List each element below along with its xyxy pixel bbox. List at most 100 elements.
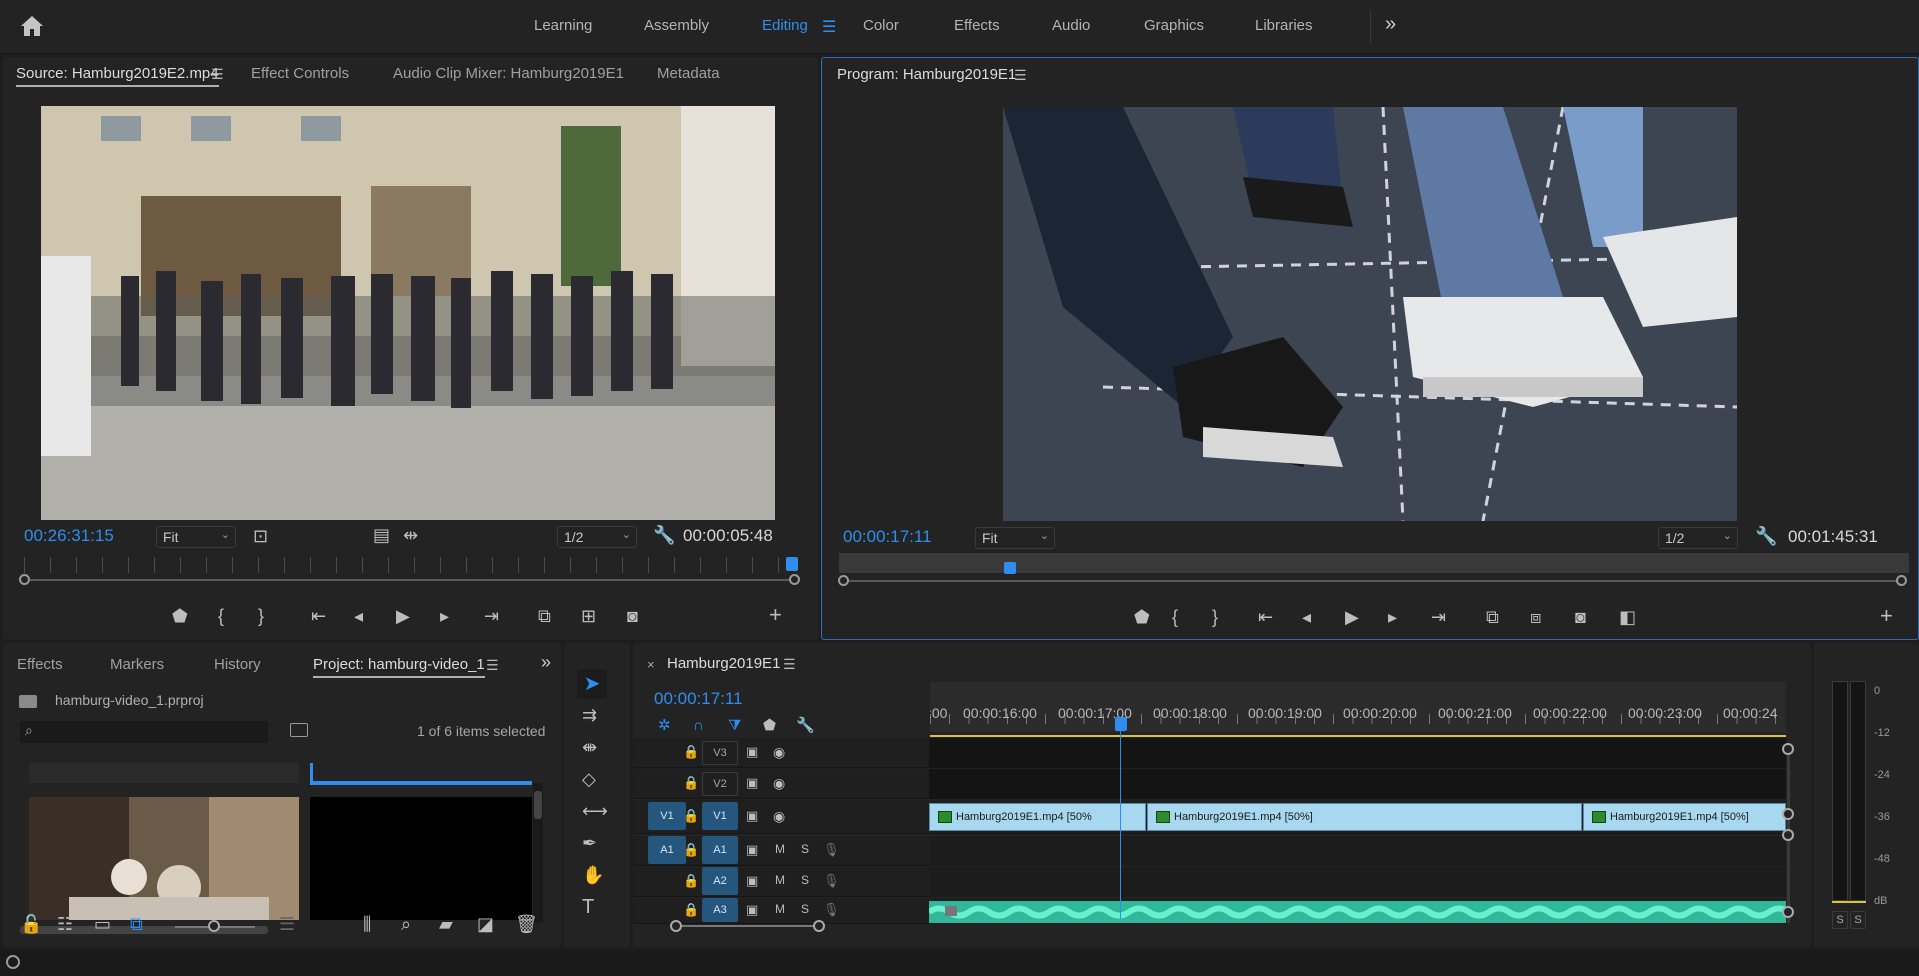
workspace-tab-color[interactable]: Color bbox=[863, 17, 899, 34]
list-view-icon[interactable]: ☷ bbox=[57, 914, 73, 934]
sync-lock-icon[interactable]: ▣ bbox=[746, 773, 758, 793]
track-lane[interactable] bbox=[929, 738, 1786, 768]
new-search-bin-icon[interactable] bbox=[290, 723, 308, 737]
play-icon[interactable]: ▶ bbox=[1345, 607, 1359, 627]
timeline-timecode[interactable]: 00:00:17:11 bbox=[654, 689, 743, 709]
scroll-handle[interactable] bbox=[1782, 906, 1794, 918]
drag-audio-icon[interactable]: ⇹ bbox=[403, 525, 418, 545]
timeline-hscrollbar[interactable] bbox=[675, 925, 815, 927]
toggle-video-icon[interactable]: ▤ bbox=[373, 525, 390, 545]
lock-icon[interactable]: 🔒 bbox=[683, 742, 699, 762]
razor-tool-icon[interactable]: ◇ bbox=[582, 769, 596, 789]
add-marker-icon[interactable]: ⬟ bbox=[763, 716, 776, 736]
tab-markers[interactable]: Markers bbox=[110, 656, 164, 673]
workspace-tab-editing[interactable]: Editing bbox=[762, 17, 808, 34]
insert-icon[interactable]: ⧉ bbox=[538, 606, 551, 626]
more-workspaces-icon[interactable]: » bbox=[1385, 13, 1396, 36]
mute-button[interactable]: M bbox=[775, 873, 785, 887]
program-resolution-dropdown[interactable]: 1/2 ⌄ bbox=[1658, 527, 1738, 549]
solo-button[interactable]: S bbox=[801, 902, 809, 916]
lock-icon[interactable]: 🔒 bbox=[683, 871, 699, 891]
new-item-icon[interactable]: ◪ bbox=[477, 914, 494, 934]
eye-icon[interactable]: ◉ bbox=[773, 773, 785, 793]
microphone-icon[interactable]: 🎙 bbox=[823, 871, 840, 891]
solo-button[interactable]: S bbox=[801, 873, 809, 887]
zoom-handle-left[interactable] bbox=[670, 920, 682, 932]
video-clip[interactable]: Hamburg2019E1.mp4 [50%] bbox=[1583, 803, 1786, 831]
comparison-view-icon[interactable]: ◧ bbox=[1619, 607, 1636, 627]
program-time-ruler[interactable] bbox=[839, 553, 1909, 573]
program-playhead-timecode[interactable]: 00:00:17:11 bbox=[843, 527, 932, 547]
scroll-handle[interactable] bbox=[1782, 743, 1794, 755]
lock-icon[interactable]: 🔒 bbox=[683, 840, 699, 860]
type-tool-icon[interactable]: T bbox=[582, 897, 594, 917]
sync-lock-icon[interactable]: ▣ bbox=[746, 742, 758, 762]
source-fit-dropdown[interactable]: Fit ⌄ bbox=[156, 526, 236, 548]
close-icon[interactable]: × bbox=[647, 657, 655, 672]
panel-menu-icon[interactable]: ☰ bbox=[1014, 67, 1027, 84]
workspace-tab-audio[interactable]: Audio bbox=[1052, 17, 1090, 34]
scroll-handle-left[interactable] bbox=[838, 575, 849, 586]
sync-lock-icon[interactable]: ▣ bbox=[746, 840, 758, 860]
timeline-playhead[interactable] bbox=[1115, 717, 1127, 731]
timeline-ruler[interactable]: :00 00:00:16:00 00:00:17:00 00:00:18:00 … bbox=[930, 682, 1786, 732]
lock-icon[interactable]: 🔒 bbox=[683, 806, 699, 826]
microphone-icon[interactable]: 🎙 bbox=[823, 840, 840, 860]
scroll-handle[interactable] bbox=[1782, 808, 1794, 820]
hand-tool-icon[interactable]: ✋ bbox=[582, 865, 604, 885]
track-label-a2[interactable]: A2 bbox=[702, 867, 738, 895]
nest-icon[interactable]: ✲ bbox=[658, 716, 671, 736]
tab-history[interactable]: History bbox=[214, 656, 261, 673]
zoom-handle-right[interactable] bbox=[813, 920, 825, 932]
source-patch-a1[interactable]: A1 bbox=[648, 836, 686, 864]
trash-icon[interactable]: 🗑 bbox=[515, 914, 538, 934]
icon-view-icon[interactable]: ▭ bbox=[94, 914, 111, 934]
tab-source[interactable]: Source: Hamburg2019E2.mp4 bbox=[16, 65, 219, 87]
track-label-v1[interactable]: V1 bbox=[702, 802, 738, 830]
tab-metadata[interactable]: Metadata bbox=[657, 65, 720, 82]
freeform-view-icon[interactable]: ⧉ bbox=[130, 914, 143, 934]
selection-tool-icon[interactable]: ➤ bbox=[577, 669, 607, 699]
scroll-handle-right[interactable] bbox=[1896, 575, 1907, 586]
export-frame-icon[interactable]: ◙ bbox=[627, 606, 638, 626]
step-forward-icon[interactable]: ▸ bbox=[440, 606, 449, 626]
go-to-out-icon[interactable]: ⇥ bbox=[1431, 607, 1446, 627]
more-panels-icon[interactable]: » bbox=[541, 652, 551, 673]
mark-out-icon[interactable]: } bbox=[258, 606, 264, 626]
linked-selection-icon[interactable]: ⧩ bbox=[728, 716, 741, 736]
snap-icon[interactable]: ∩ bbox=[693, 716, 704, 736]
solo-left-button[interactable]: S bbox=[1832, 911, 1848, 929]
step-forward-icon[interactable]: ▸ bbox=[1388, 607, 1397, 627]
mark-in-icon[interactable]: { bbox=[1172, 607, 1178, 627]
extract-icon[interactable]: ⧈ bbox=[1530, 607, 1541, 627]
mark-out-icon[interactable]: } bbox=[1212, 607, 1218, 627]
add-button-icon[interactable]: + bbox=[769, 604, 782, 626]
find-icon[interactable]: ⌕ bbox=[401, 914, 411, 934]
track-label-v3[interactable]: V3 bbox=[702, 741, 738, 765]
lift-icon[interactable]: ⧉ bbox=[1486, 607, 1499, 627]
workspace-tab-libraries[interactable]: Libraries bbox=[1255, 17, 1313, 34]
program-fit-dropdown[interactable]: Fit ⌄ bbox=[975, 527, 1055, 549]
wrench-icon[interactable]: 🔧 bbox=[653, 525, 675, 545]
export-frame-icon[interactable]: ◙ bbox=[1575, 607, 1586, 627]
slip-tool-icon[interactable]: ⟷ bbox=[582, 801, 608, 821]
sync-lock-icon[interactable]: ▣ bbox=[746, 806, 758, 826]
track-label-v2[interactable]: V2 bbox=[702, 772, 738, 796]
sync-lock-icon[interactable]: ▣ bbox=[746, 871, 758, 891]
step-back-icon[interactable]: ◂ bbox=[1302, 607, 1311, 627]
eye-icon[interactable]: ◉ bbox=[773, 742, 785, 762]
go-to-in-icon[interactable]: ⇤ bbox=[311, 606, 326, 626]
scroll-handle-left[interactable] bbox=[19, 574, 30, 585]
thumbnail-black[interactable] bbox=[310, 797, 532, 920]
panel-menu-icon[interactable]: ☰ bbox=[211, 66, 224, 83]
search-field[interactable] bbox=[44, 723, 262, 741]
source-playhead-timecode[interactable]: 00:26:31:15 bbox=[24, 526, 114, 546]
tab-audio-clip-mixer[interactable]: Audio Clip Mixer: Hamburg2019E1 bbox=[393, 65, 624, 82]
track-lane[interactable] bbox=[929, 867, 1786, 897]
program-title[interactable]: Program: Hamburg2019E1 bbox=[837, 66, 1016, 83]
workspace-tab-assembly[interactable]: Assembly bbox=[644, 17, 709, 34]
workspace-tab-learning[interactable]: Learning bbox=[534, 17, 592, 34]
go-to-in-icon[interactable]: ⇤ bbox=[1258, 607, 1273, 627]
microphone-icon[interactable]: 🎙 bbox=[823, 900, 840, 920]
solo-button[interactable]: S bbox=[801, 842, 809, 856]
